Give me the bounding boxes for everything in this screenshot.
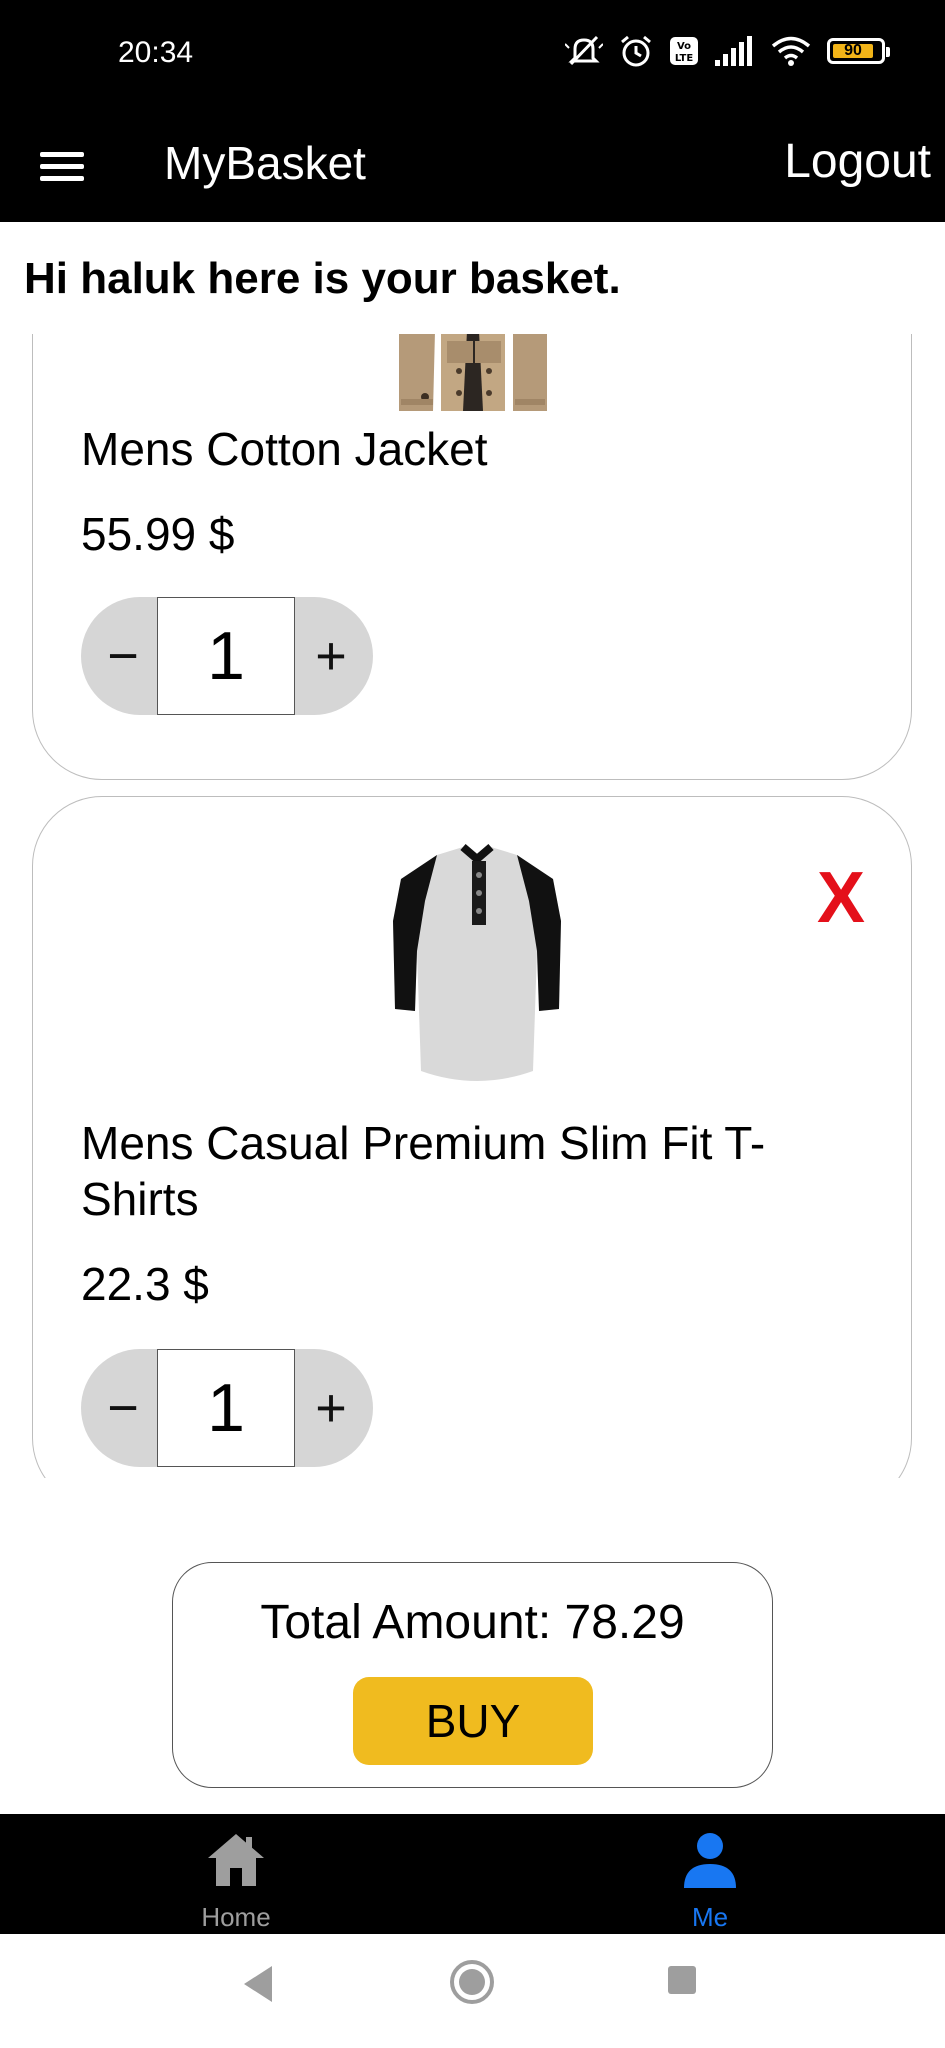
status-icons: Vo LTE 90 [565,34,890,68]
quantity-stepper: − 1 + [81,1349,373,1467]
signal-icon [715,36,752,66]
person-icon [684,1833,736,1888]
basket-item-card: Mens Cotton Jacket 55.99 $ − 1 + [32,334,912,780]
svg-text:Vo: Vo [677,41,691,52]
app-bar: MyBasket Logout [0,110,945,222]
basket-list[interactable]: Mens Cotton Jacket 55.99 $ − 1 + X Mens … [0,334,945,1478]
nav-label-home: Home [201,1902,271,1932]
buy-button[interactable]: BUY [353,1677,593,1765]
increase-quantity-button[interactable]: + [293,597,369,715]
back-icon[interactable] [240,1962,276,2006]
product-name: Mens Casual Premium Slim Fit T-Shirts [81,1117,766,1225]
decrease-quantity-button[interactable]: − [85,1349,161,1467]
menu-icon[interactable] [36,142,88,190]
total-amount: Total Amount: 78.29 [260,1596,685,1649]
battery-icon: 90 [827,38,890,64]
total-summary: Total Amount: 78.29 BUY [172,1562,773,1788]
nav-item-home[interactable]: Home [116,1814,356,1934]
volte-icon: Vo LTE [670,37,698,65]
product-price: 22.3 $ [81,1258,209,1310]
home-icon [208,1834,264,1886]
bottom-navigation: Home Me [0,1814,945,1934]
app-title: MyBasket [164,137,366,189]
jacket-image [399,334,547,411]
product-price: 55.99 $ [81,508,235,560]
basket-item-card: X Mens Casual Premium Slim Fit T-Shirts … [32,796,912,1478]
quantity-value[interactable]: 1 [157,1349,295,1467]
quantity-stepper: − 1 + [81,597,373,715]
nav-label-me: Me [691,1902,729,1932]
svg-text:LTE: LTE [675,53,694,64]
quantity-value[interactable]: 1 [157,597,295,715]
tshirt-image [393,843,561,1081]
nav-item-me[interactable]: Me [590,1814,830,1934]
decrease-quantity-button[interactable]: − [85,597,161,715]
status-time: 20:34 [118,36,194,69]
wifi-icon [771,36,811,66]
remove-item-button[interactable]: X [817,857,865,939]
alarm-icon [621,35,651,67]
mute-icon [565,35,603,66]
product-name: Mens Cotton Jacket [81,423,488,475]
status-bar: 20:34 Vo LTE 90 [0,0,945,110]
logout-button[interactable]: Logout [784,134,931,189]
recents-square-icon[interactable] [666,1964,698,1996]
system-navigation-bar [0,1934,945,2048]
battery-level: 90 [844,42,862,59]
increase-quantity-button[interactable]: + [293,1349,369,1467]
greeting-text: Hi haluk here is your basket. [24,254,621,303]
home-circle-icon[interactable] [448,1958,496,2006]
